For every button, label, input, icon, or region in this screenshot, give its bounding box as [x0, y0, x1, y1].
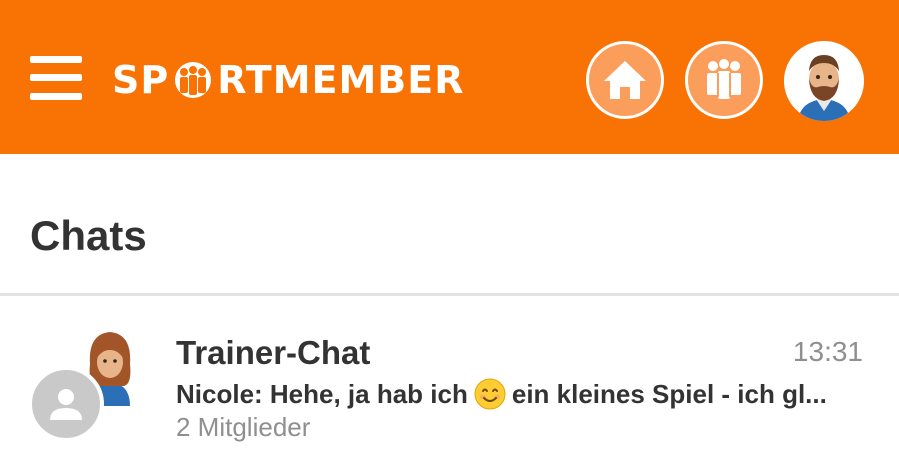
hamburger-menu-icon[interactable]	[30, 56, 82, 100]
chat-timestamp: 13:31	[792, 336, 863, 367]
smiling-face-emoji-icon	[474, 378, 506, 410]
chat-avatar-group	[28, 326, 148, 446]
message-text-start: Nicole: Hehe, ja hab ich	[176, 378, 468, 409]
members-icon	[707, 59, 741, 99]
top-app-bar: SP RTMEMBER	[0, 0, 899, 154]
bearded-man-avatar-icon	[784, 41, 864, 121]
members-button[interactable]	[685, 41, 763, 119]
sportmember-logo[interactable]: SP RTMEMBER	[112, 56, 464, 104]
home-icon	[604, 61, 646, 99]
logo-people-icon	[175, 62, 212, 98]
user-avatar[interactable]	[784, 41, 864, 121]
chat-name: Trainer-Chat	[176, 334, 371, 371]
home-button[interactable]	[586, 41, 664, 119]
logo-text-end: RTMEMBER	[217, 58, 465, 102]
person-silhouette-icon	[50, 389, 82, 420]
logo-text-start: SP	[112, 58, 170, 102]
generic-user-avatar	[28, 366, 104, 442]
chat-last-message: Nicole: Hehe, ja hab ich ein kleines Spi…	[176, 378, 866, 410]
message-text-end: ein kleines Spiel - ich gl...	[511, 378, 827, 409]
page-title: Chats	[30, 212, 147, 259]
chat-member-count: 2 Mitglieder	[176, 412, 311, 442]
chat-list-item[interactable]: Trainer-Chat 13:31 Nicole: Hehe, ja hab …	[0, 296, 899, 475]
